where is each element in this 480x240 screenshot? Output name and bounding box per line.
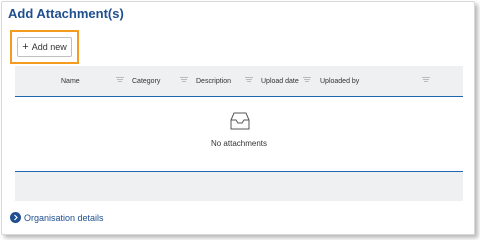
column-label: Description <box>196 77 232 85</box>
table-body: No attachments <box>15 97 463 172</box>
attachments-panel: Add Attachment(s) + Add new Name Categor… <box>1 1 475 235</box>
column-header-uploaded-by[interactable]: Uploaded by <box>320 66 359 96</box>
add-button-highlight: + Add new <box>10 30 79 64</box>
add-new-button[interactable]: + Add new <box>17 37 72 57</box>
chevron-right-icon <box>10 212 21 223</box>
filter-icon[interactable] <box>422 76 430 84</box>
attachments-table: Name Category Description Upload date Up… <box>15 66 463 201</box>
column-header-name[interactable]: Name <box>61 66 80 96</box>
filter-icon[interactable] <box>116 76 124 84</box>
plus-icon: + <box>22 40 29 53</box>
add-new-label: Add new <box>31 42 67 52</box>
empty-tray-icon <box>230 112 250 130</box>
organisation-details-toggle[interactable]: Organisation details <box>10 212 104 223</box>
column-label: Category <box>132 77 161 85</box>
column-label: Uploaded by <box>320 77 360 85</box>
table-header: Name Category Description Upload date Up… <box>15 66 463 97</box>
page-title: Add Attachment(s) <box>8 6 124 21</box>
filter-icon[interactable] <box>245 76 253 84</box>
column-label: Upload date <box>261 77 299 85</box>
column-header-category[interactable]: Category <box>132 66 160 96</box>
filter-icon[interactable] <box>180 76 188 84</box>
filter-icon[interactable] <box>303 76 311 84</box>
column-label: Name <box>61 77 80 85</box>
column-header-description[interactable]: Description <box>196 66 231 96</box>
organisation-details-label: Organisation details <box>24 212 104 223</box>
column-header-upload-date[interactable]: Upload date <box>261 66 299 96</box>
empty-state-text: No attachments <box>210 139 268 148</box>
